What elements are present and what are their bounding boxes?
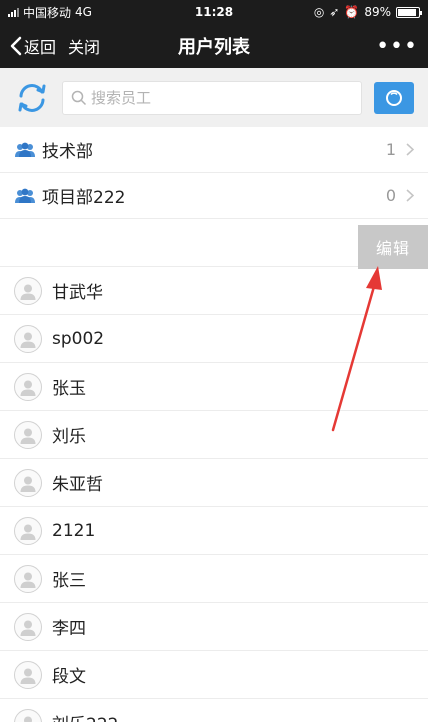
carrier-name: 中国移动: [23, 5, 72, 20]
chevron-right-icon: [406, 143, 414, 156]
department-list: 技术部 1 项目部222 0: [0, 127, 428, 219]
people-icon: [15, 188, 35, 203]
user-name: 2121: [52, 520, 96, 541]
user-row[interactable]: 张三: [0, 555, 428, 603]
user-name: 段文: [52, 667, 86, 687]
refresh-button[interactable]: [14, 80, 50, 116]
back-button[interactable]: 返回: [10, 34, 56, 58]
user-row[interactable]: sp002: [0, 315, 428, 363]
avatar-icon: [14, 468, 42, 497]
avatar-icon: [14, 660, 42, 689]
avatar-icon: [14, 708, 42, 722]
back-label: 返回: [24, 38, 57, 57]
member-count: 0: [385, 186, 396, 205]
status-bar: 中国移动 4G 11:28 ◎ ➶ ⏰ 89%: [0, 0, 428, 24]
search-input[interactable]: 搜索员工: [62, 80, 362, 115]
user-row[interactable]: 李四: [0, 603, 428, 651]
more-button[interactable]: •••: [376, 34, 418, 59]
avatar-icon: [14, 276, 42, 305]
edit-button[interactable]: 编辑: [358, 225, 428, 269]
alarm-icon: ⏰: [344, 5, 360, 19]
nav-bar: 返回 关闭 用户列表 •••: [0, 24, 428, 68]
search-row: 搜索员工: [0, 68, 428, 127]
user-name: 甘武华: [52, 283, 103, 303]
user-row[interactable]: 刘乐: [0, 411, 428, 459]
user-name: 张玉: [52, 379, 86, 399]
screen: 中国移动 4G 11:28 ◎ ➶ ⏰ 89% 返回 关闭 用户列表 ••• 搜…: [0, 0, 428, 722]
user-row[interactable]: 张玉: [0, 363, 428, 411]
location-icon: ➶: [329, 5, 340, 19]
battery-icon: [396, 6, 422, 18]
search-button[interactable]: [374, 81, 414, 114]
rotation-lock-icon: ◎: [313, 5, 325, 19]
user-name: 刘乐: [52, 427, 86, 447]
user-row[interactable]: 段文: [0, 651, 428, 699]
chevron-right-icon: [406, 189, 414, 202]
department-name: 技术部: [42, 142, 93, 162]
department-name: 项目部222: [42, 188, 126, 208]
avatar-icon: [14, 564, 42, 593]
avatar-icon: [14, 612, 42, 641]
user-row[interactable]: 甘武华: [0, 267, 428, 315]
signal-icon: [8, 7, 19, 17]
search-icon: [71, 90, 87, 105]
user-name: sp002: [52, 328, 105, 349]
user-name: 朱亚哲: [52, 475, 103, 495]
department-row[interactable]: 项目部222 0: [0, 173, 428, 219]
search-placeholder: 搜索员工: [91, 89, 152, 107]
department-row[interactable]: 技术部 1: [0, 127, 428, 173]
user-row[interactable]: 刘乐222: [0, 699, 428, 722]
swiped-row[interactable]: 编辑: [0, 219, 428, 269]
network-type: 4G: [75, 5, 92, 19]
avatar-icon: [14, 324, 42, 353]
battery-percent: 89%: [364, 5, 391, 19]
user-name: 张三: [52, 571, 86, 591]
user-row[interactable]: 朱亚哲: [0, 459, 428, 507]
user-name: 刘乐222: [52, 710, 118, 722]
member-count: 1: [385, 140, 396, 159]
close-button[interactable]: 关闭: [68, 34, 100, 58]
avatar-icon: [14, 516, 42, 545]
refresh-icon: [18, 83, 46, 112]
chevron-left-icon: [10, 36, 22, 56]
user-list: 甘武华 sp002 张玉刘乐朱亚哲 2121 张三李四段文刘乐222: [0, 267, 428, 722]
avatar-icon: [14, 420, 42, 449]
user-name: 李四: [52, 619, 86, 639]
avatar-icon: [14, 372, 42, 401]
search-icon: [386, 89, 402, 106]
user-row[interactable]: 2121: [0, 507, 428, 555]
people-icon: [15, 142, 35, 157]
